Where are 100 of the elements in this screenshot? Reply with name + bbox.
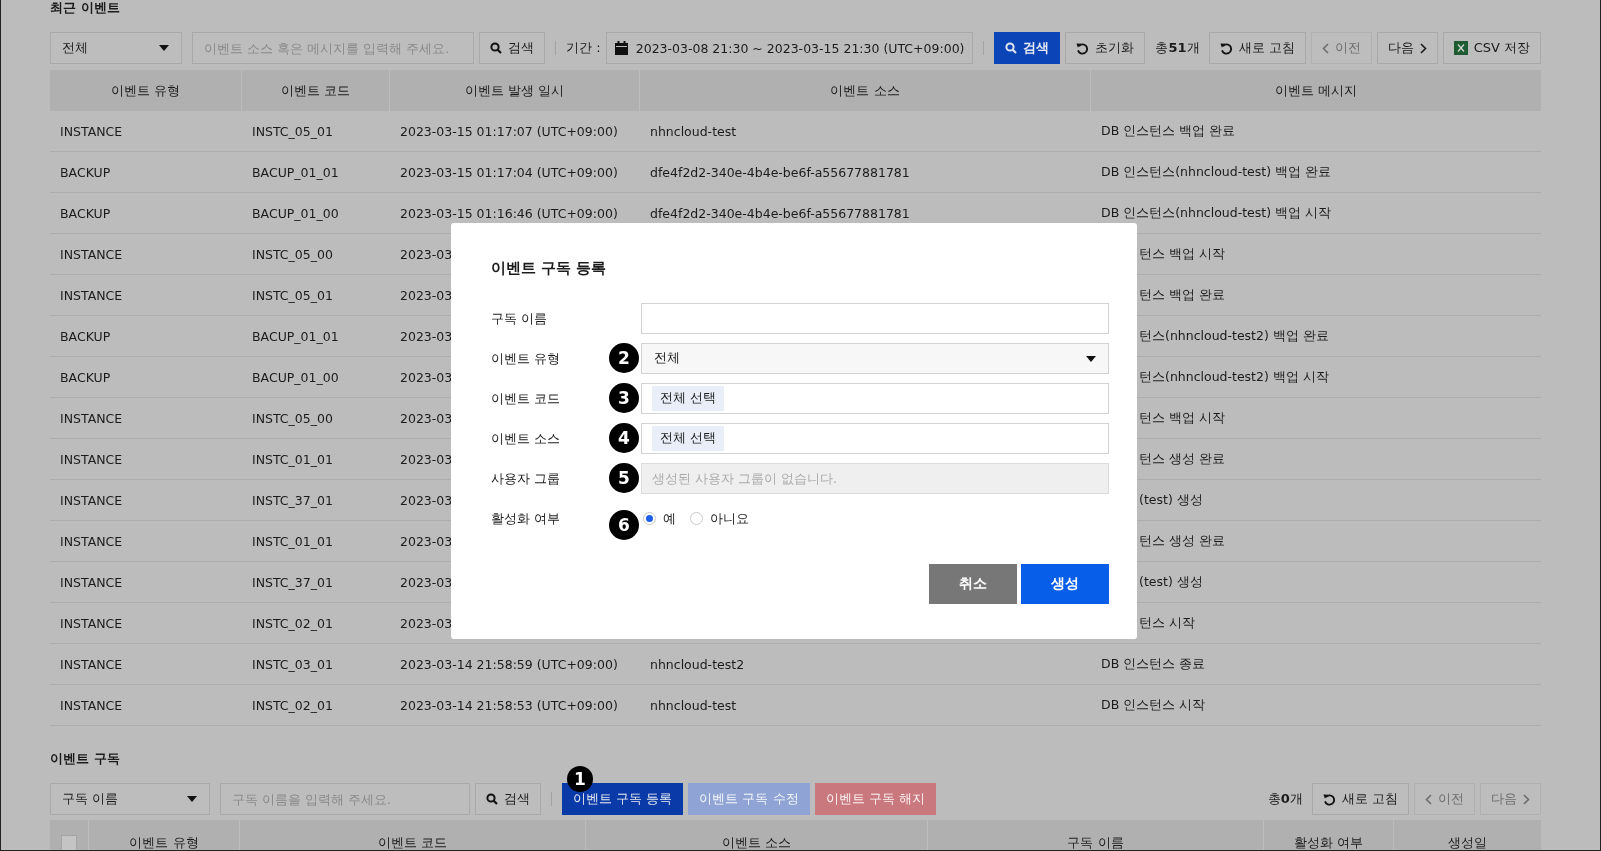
section-title: 최근 이벤트 [50, 0, 121, 17]
total-count: 총0개 [1267, 790, 1303, 808]
table-cell-text: 2023-03 [399, 492, 454, 508]
table-cell-text: INSTC_37_01 [251, 492, 334, 508]
step-marker: 4 [609, 423, 639, 453]
table-cell-text: DB 인스턴스(nhncloud-test) 백업 시작 [1100, 204, 1332, 222]
column-header: 이벤트 코드 [240, 820, 586, 850]
table-cell-text: 턴스 백업 시작 [1138, 245, 1226, 263]
table-cell-text: INSTANCE [59, 492, 124, 508]
filter-select[interactable]: 구독 이름 [50, 783, 210, 815]
search-button[interactable]: 검색 [475, 783, 541, 815]
table-cell-text: nhncloud-test2 [649, 656, 746, 672]
table-cell-text: 2023-03 [399, 369, 454, 385]
table-cell-text: INSTC_37_01 [251, 574, 334, 590]
field-label: 구독 이름 [491, 309, 549, 328]
column-header: 생성일 [1447, 834, 1488, 850]
selection-chip: 전체 선택 [652, 426, 724, 451]
radio-label: 예 [663, 509, 676, 528]
table-cell-text: 2023-03-14 21:58:59 (UTC+09:00) [399, 656, 619, 672]
table-cell-text: BACKUP [59, 369, 112, 385]
table-cell-text: 턴스(nhncloud-test2) 백업 시작 [1138, 368, 1330, 386]
multi-select-field[interactable]: 전체 선택 [641, 383, 1109, 414]
multi-select-field[interactable]: 전체 선택 [641, 423, 1109, 454]
table-cell-text: 2023-03 [399, 533, 454, 549]
chevron-right-icon [1523, 793, 1530, 805]
table-cell-text: INSTC_02_01 [251, 615, 334, 631]
select-all-checkbox[interactable] [61, 835, 77, 850]
search-icon [1005, 42, 1018, 54]
table-cell-text: DB 인스턴스(nhncloud-test) 백업 완료 [1100, 163, 1332, 181]
table-cell-text: DB 인스턴스 종료 [1100, 655, 1207, 673]
field-label: 활성화 여부 [491, 509, 562, 528]
caret-icon [1086, 355, 1096, 362]
type-select[interactable]: 전체 [50, 32, 183, 64]
column-header: 이벤트 소스 [586, 820, 928, 850]
table-cell-text: nhncloud-test [649, 123, 738, 139]
period-label: 기간 : [566, 39, 601, 57]
search-button[interactable]: 검색 [479, 32, 546, 64]
refresh-icon [1219, 41, 1233, 55]
column-header: 이벤트 코드 [242, 70, 390, 111]
search-button[interactable]: 검색 [994, 32, 1061, 64]
table-cell-text: INSTC_05_00 [251, 410, 334, 426]
table-cell-text: (test) 생성 [1138, 491, 1204, 509]
table-cell-text: INSTC_01_01 [251, 451, 334, 467]
table-cell-text: INSTC_02_01 [251, 697, 334, 713]
table-cell-text: INSTANCE [59, 615, 124, 631]
table-cell-text: 2023-03-14 21:58:53 (UTC+09:00) [399, 697, 619, 713]
total-count: 총51개 [1155, 39, 1200, 57]
table-cell-text: 턴스 백업 시작 [1138, 409, 1226, 427]
chevron-right-icon [1419, 42, 1427, 54]
spreadsheet-icon [1453, 41, 1468, 55]
table-cell-text: INSTANCE [59, 246, 124, 262]
dialog-title: 이벤트 구독 등록 [491, 259, 608, 278]
table-cell-text: BACUP_01_00 [251, 369, 340, 385]
caret-icon [187, 796, 197, 802]
table-cell-text: INSTANCE [59, 123, 124, 139]
column-header: 이벤트 유형 [50, 70, 242, 111]
table-cell-text: INSTANCE [59, 410, 124, 426]
caret-icon [159, 45, 170, 51]
refresh-icon [1322, 792, 1336, 806]
step-marker: 3 [609, 383, 639, 413]
table-cell-text: 2023-03 [399, 287, 454, 303]
refresh-button[interactable]: 새로 고침 [1311, 783, 1409, 815]
column-header: 이벤트 유형 [89, 820, 240, 850]
table-cell-text: INSTC_03_01 [251, 656, 334, 672]
column-header: 이벤트 소스 [640, 70, 1091, 111]
refresh-button[interactable]: 새로 고침 [1208, 32, 1306, 64]
table-cell-text: 턴스 생성 완료 [1138, 450, 1226, 468]
column-header: 이벤트 메시지 [1273, 81, 1359, 100]
field-label: 사용자 그룹 [491, 469, 562, 488]
table-cell-text: 턴스 생성 완료 [1138, 532, 1226, 550]
type-select[interactable]: 전체 [641, 343, 1109, 374]
table-cell-text: 2023-03 [399, 410, 454, 426]
reset-button[interactable]: 초기화 [1065, 32, 1146, 64]
table-cell-text: INSTANCE [59, 697, 124, 713]
table-cell-text: 2023-03-15 01:17:07 (UTC+09:00) [399, 123, 619, 139]
table-cell-text: nhncloud-test [649, 697, 738, 713]
dialog-button[interactable]: 취소 [929, 564, 1017, 604]
search-icon [486, 793, 498, 805]
table-cell-text: 턴스 백업 완료 [1138, 286, 1226, 304]
period-field[interactable]: 2023-03-08 21:30 ~ 2023-03-15 21:30 (UTC+09:00) [605, 32, 974, 64]
table-cell-text: 2023-03 [399, 574, 454, 590]
table-cell-text: INSTC_05_01 [251, 123, 334, 139]
input-field[interactable] [641, 303, 1109, 334]
field-label: 이벤트 코드 [491, 389, 562, 408]
step-marker: 1 [567, 766, 593, 792]
radio-button[interactable] [643, 512, 656, 525]
dialog-button[interactable]: 생성 [1021, 564, 1109, 604]
table-cell-text: INSTC_01_01 [251, 533, 334, 549]
column-header: 활성화 여부 [1264, 820, 1394, 850]
step-marker: 5 [609, 463, 639, 493]
table-cell-text: 턴스(nhncloud-test2) 백업 완료 [1138, 327, 1330, 345]
csv-export-button[interactable]: CSV 저장 [1442, 32, 1541, 64]
table-cell-text: (test) 생성 [1138, 573, 1204, 591]
table-cell-text: BACKUP [59, 205, 112, 221]
column-header: 이벤트 발생 일시 [390, 70, 640, 111]
table-cell-text: dfe4f2d2-340e-4b4e-be6f-a55677881781 [649, 205, 911, 221]
next-button[interactable]: 다음 [1376, 32, 1438, 64]
table-cell-text: 2023-03 [399, 246, 454, 262]
radio-button[interactable] [690, 512, 703, 525]
calendar-icon [614, 41, 628, 55]
